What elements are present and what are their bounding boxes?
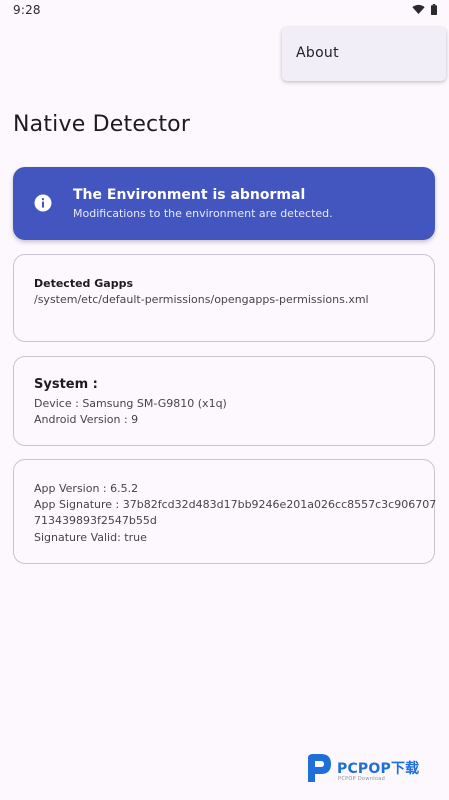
alert-subtitle: Modifications to the environment are det… [73, 207, 333, 220]
signature-valid: Signature Valid: true [34, 531, 147, 544]
device-info: Device : Samsung SM-G9810 (x1q) [34, 397, 227, 410]
overflow-menu: About [282, 27, 446, 81]
system-card: System : Device : Samsung SM-G9810 (x1q)… [13, 356, 435, 446]
about-menu-item[interactable]: About [296, 45, 339, 61]
watermark-logo: PCPOP下载 PCPOP Download [304, 752, 444, 786]
app-info-card: App Version : 6.5.2 App Signature : 37b8… [13, 459, 437, 564]
gapps-card: Detected Gapps /system/etc/default-permi… [13, 254, 435, 342]
watermark-subtext: PCPOP Download [338, 776, 386, 782]
app-version: App Version : 6.5.2 [34, 482, 139, 495]
wifi-icon [412, 4, 425, 15]
status-icons [412, 4, 437, 15]
system-heading: System : [34, 377, 98, 392]
status-bar: 9:28 [0, 0, 449, 22]
watermark-text: PCPOP下载 [337, 761, 420, 777]
info-icon [34, 194, 52, 212]
environment-alert-card: The Environment is abnormal Modification… [13, 167, 435, 240]
android-version: Android Version : 9 [34, 413, 139, 426]
page-title: Native Detector [13, 112, 191, 137]
status-time: 9:28 [13, 3, 41, 17]
gapps-path: /system/etc/default-permissions/opengapp… [34, 293, 369, 306]
app-signature: App Signature : 37b82fcd32d483d17bb9246e… [34, 498, 437, 511]
battery-icon [431, 4, 437, 15]
alert-title: The Environment is abnormal [73, 187, 306, 203]
app-signature-continued: 713439893f2547b55d [34, 514, 157, 527]
gapps-heading: Detected Gapps [34, 277, 133, 290]
